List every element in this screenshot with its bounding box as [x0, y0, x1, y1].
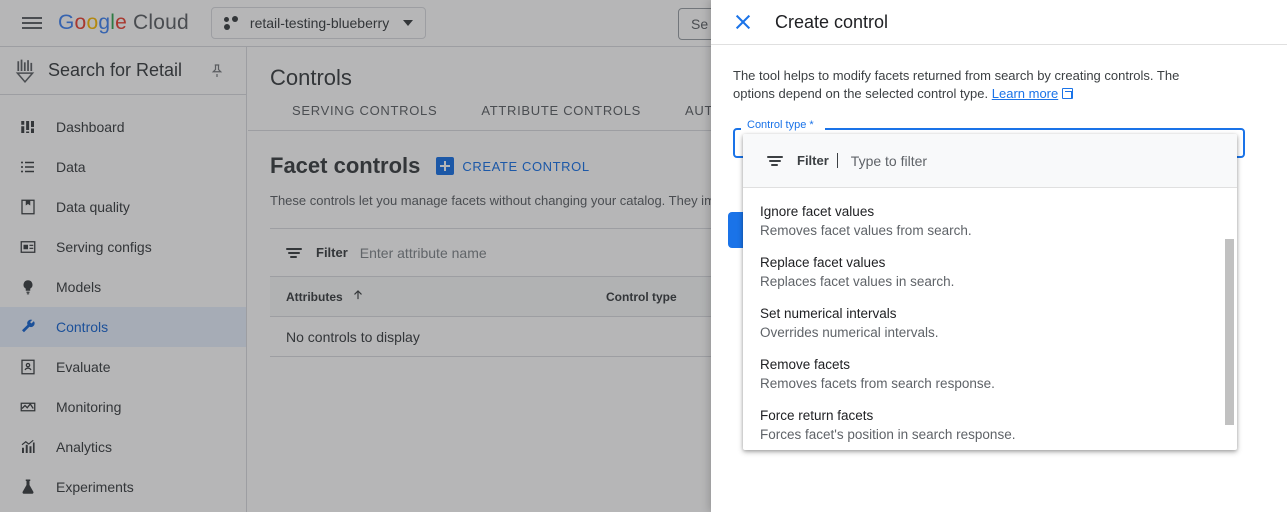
dropdown-option-ignore-facet-values[interactable]: Ignore facet values Removes facet values… — [743, 196, 1237, 247]
dropdown-option-set-numerical-intervals[interactable]: Set numerical intervals Overrides numeri… — [743, 298, 1237, 349]
modal-scrim[interactable] — [0, 0, 711, 512]
option-subtitle: Removes facet values from search. — [760, 221, 1213, 241]
option-subtitle: Removes facets from search response. — [760, 374, 1213, 394]
panel-header: Create control — [711, 0, 1287, 45]
panel-title: Create control — [775, 12, 888, 33]
option-subtitle: Overrides numerical intervals. — [760, 323, 1213, 343]
option-title: Force return facets — [760, 406, 1213, 425]
text-cursor — [837, 153, 838, 168]
learn-more-link[interactable]: Learn more — [992, 86, 1058, 101]
dropdown-option-remove-facets[interactable]: Remove facets Removes facets from search… — [743, 349, 1237, 400]
control-type-label: Control type * — [745, 119, 816, 131]
option-title: Ignore facet values — [760, 202, 1213, 221]
panel-description: The tool helps to modify facets returned… — [711, 45, 1241, 102]
dropdown-filter-row[interactable]: Filter Type to filter — [743, 134, 1237, 188]
dropdown-filter-input[interactable]: Type to filter — [851, 153, 927, 169]
option-title: Set numerical intervals — [760, 304, 1213, 323]
dropdown-scrollbar[interactable] — [1225, 239, 1234, 425]
close-icon[interactable] — [733, 12, 753, 32]
control-type-dropdown: Filter Type to filter Ignore facet value… — [743, 134, 1237, 450]
dropdown-option-replace-facet-values[interactable]: Replace facet values Replaces facet valu… — [743, 247, 1237, 298]
app-root: Google Cloud retail-testing-blueberry Se — [0, 0, 1287, 512]
dropdown-options-list: Ignore facet values Removes facet values… — [743, 188, 1237, 450]
option-title: Replace facet values — [760, 253, 1213, 272]
dropdown-filter-label: Filter — [797, 153, 829, 168]
panel-description-text: The tool helps to modify facets returned… — [733, 68, 1179, 101]
dropdown-option-force-return-facets[interactable]: Force return facets Forces facet's posit… — [743, 400, 1237, 450]
external-link-icon — [1062, 88, 1073, 99]
filter-icon — [767, 154, 785, 168]
option-subtitle: Replaces facet values in search. — [760, 272, 1213, 292]
option-title: Remove facets — [760, 355, 1213, 374]
option-subtitle: Forces facet's position in search respon… — [760, 425, 1213, 445]
